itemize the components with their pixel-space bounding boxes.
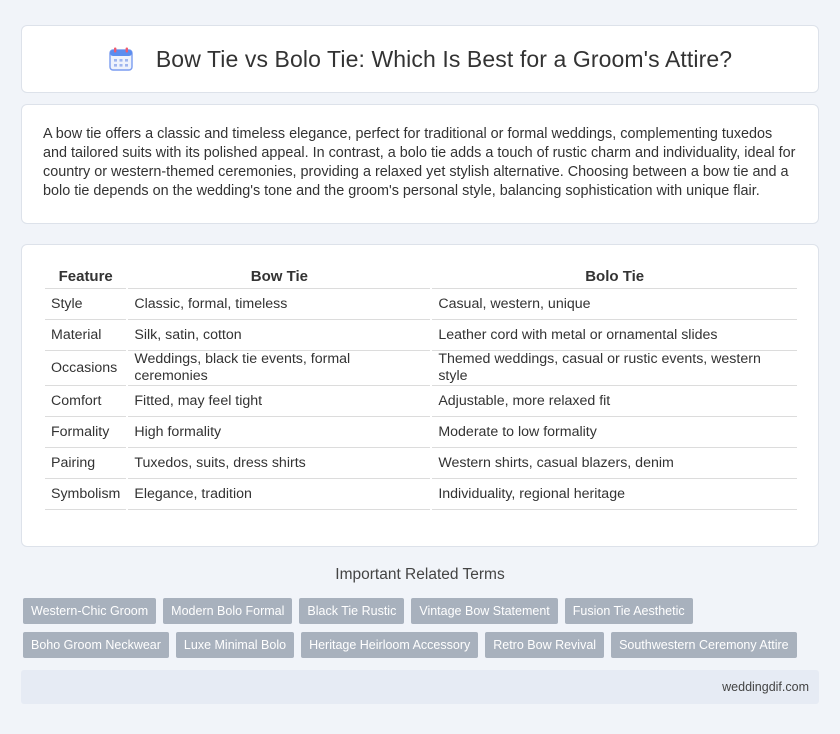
feature-cell: Formality	[45, 417, 127, 448]
footer: weddingdif.com	[21, 670, 819, 704]
related-terms-list: Western-Chic Groom Modern Bolo Formal Bl…	[23, 598, 823, 658]
table-row: Comfort Fitted, may feel tight Adjustabl…	[45, 386, 797, 417]
intro-card: A bow tie offers a classic and timeless …	[21, 104, 819, 224]
bolo-tie-cell: Themed weddings, casual or rustic events…	[432, 351, 797, 386]
bolo-tie-cell: Western shirts, casual blazers, denim	[432, 448, 797, 479]
table-row: Material Silk, satin, cotton Leather cor…	[45, 320, 797, 351]
intro-paragraph: A bow tie offers a classic and timeless …	[43, 126, 796, 199]
table-header-row: Feature Bow Tie Bolo Tie	[45, 265, 797, 289]
footer-site-link[interactable]: weddingdif.com	[722, 680, 809, 694]
bow-tie-cell: Tuxedos, suits, dress shirts	[128, 448, 431, 479]
table-row: Occasions Weddings, black tie events, fo…	[45, 351, 797, 386]
tag-boho-groom-neckwear[interactable]: Boho Groom Neckwear	[23, 632, 169, 658]
tag-luxe-minimal-bolo[interactable]: Luxe Minimal Bolo	[175, 632, 295, 658]
bow-tie-cell: High formality	[128, 417, 431, 448]
bolo-tie-cell: Leather cord with metal or ornamental sl…	[432, 320, 797, 351]
bolo-tie-cell: Adjustable, more relaxed fit	[432, 386, 797, 417]
comparison-table: Feature Bow Tie Bolo Tie Style Classic, …	[43, 265, 799, 510]
bolo-tie-cell: Moderate to low formality	[432, 417, 797, 448]
tag-black-tie-rustic[interactable]: Black Tie Rustic	[299, 598, 405, 624]
bolo-tie-cell: Individuality, regional heritage	[432, 479, 797, 510]
calendar-icon	[108, 46, 134, 72]
title-card: Bow Tie vs Bolo Tie: Which Is Best for a…	[21, 25, 819, 93]
table-row: Style Classic, formal, timeless Casual, …	[45, 289, 797, 320]
comparison-card: Feature Bow Tie Bolo Tie Style Classic, …	[21, 244, 819, 547]
header-feature: Feature	[45, 265, 127, 289]
tag-modern-bolo-formal[interactable]: Modern Bolo Formal	[163, 598, 293, 624]
page-title: Bow Tie vs Bolo Tie: Which Is Best for a…	[155, 45, 733, 72]
bolo-tie-cell: Casual, western, unique	[432, 289, 797, 320]
table-row: Pairing Tuxedos, suits, dress shirts Wes…	[45, 448, 797, 479]
related-terms-title: Important Related Terms	[335, 566, 505, 583]
feature-cell: Material	[45, 320, 127, 351]
table-row: Symbolism Elegance, tradition Individual…	[45, 479, 797, 510]
tag-heritage-heirloom-accessory[interactable]: Heritage Heirloom Accessory	[301, 632, 479, 658]
tag-fusion-tie-aesthetic[interactable]: Fusion Tie Aesthetic	[564, 598, 693, 624]
tag-vintage-bow-statement[interactable]: Vintage Bow Statement	[411, 598, 558, 624]
feature-cell: Symbolism	[45, 479, 127, 510]
tag-retro-bow-revival[interactable]: Retro Bow Revival	[485, 632, 605, 658]
bow-tie-cell: Fitted, may feel tight	[128, 386, 431, 417]
bow-tie-cell: Elegance, tradition	[128, 479, 431, 510]
table-row: Formality High formality Moderate to low…	[45, 417, 797, 448]
bow-tie-cell: Classic, formal, timeless	[128, 289, 431, 320]
header-bow-tie: Bow Tie	[128, 265, 431, 289]
bow-tie-cell: Weddings, black tie events, formal cerem…	[128, 351, 431, 386]
feature-cell: Comfort	[45, 386, 127, 417]
bow-tie-cell: Silk, satin, cotton	[128, 320, 431, 351]
feature-cell: Style	[45, 289, 127, 320]
header-bolo-tie: Bolo Tie	[432, 265, 797, 289]
tag-western-chic-groom[interactable]: Western-Chic Groom	[23, 598, 157, 624]
feature-cell: Pairing	[45, 448, 127, 479]
feature-cell: Occasions	[45, 351, 127, 386]
tag-southwestern-ceremony-attire[interactable]: Southwestern Ceremony Attire	[611, 632, 797, 658]
